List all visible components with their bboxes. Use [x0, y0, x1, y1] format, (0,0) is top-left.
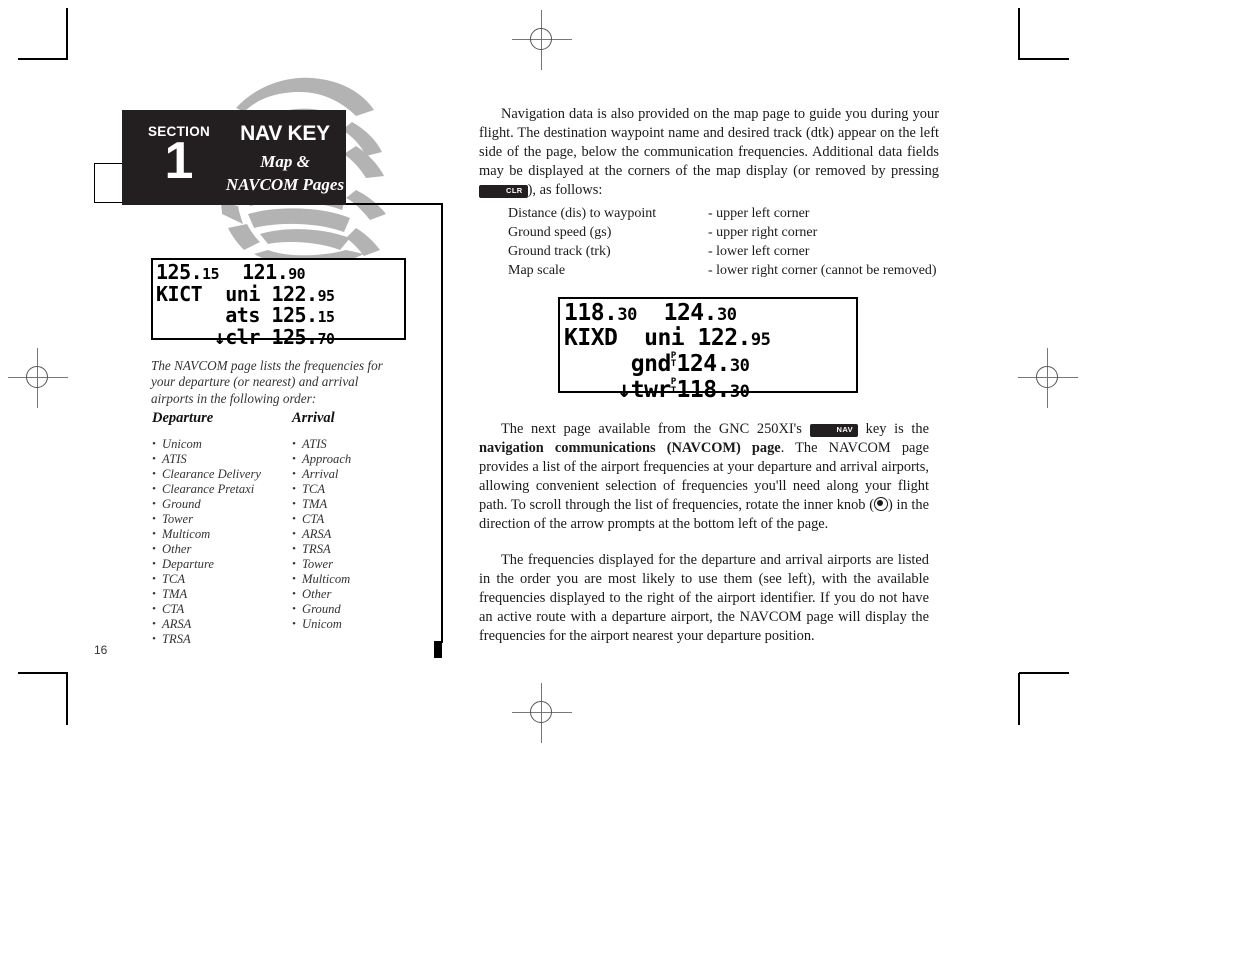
- registration-target-bottom: [512, 683, 572, 743]
- crop-mark-bottom-right-h: [1019, 672, 1069, 674]
- corner-location: - upper right corner: [708, 225, 818, 240]
- paragraph-1-text-before: Navigation data is also provided on the …: [479, 106, 939, 179]
- inner-knob-icon: [873, 497, 888, 511]
- list-item: TMA: [292, 497, 432, 512]
- paragraph-navigation-data: Navigation data is also provided on the …: [479, 105, 939, 200]
- list-item: Tower: [152, 512, 292, 527]
- list-item: Clearance Pretaxi: [152, 482, 292, 497]
- navcom-caption: The NAVCOM page lists the frequencies fo…: [151, 358, 383, 406]
- departure-list-heading: Departure: [152, 410, 214, 426]
- paragraph-1-text-after: ), as follows:: [527, 182, 603, 198]
- crop-mark-bottom-left-v: [66, 673, 68, 725]
- corner-field: Ground speed (gs): [508, 225, 612, 240]
- list-item: Multicom: [292, 572, 432, 587]
- paragraph-2-seg2: key is the: [858, 421, 929, 437]
- list-item: ATIS: [152, 452, 292, 467]
- nav-key-icon: NAV: [809, 424, 859, 437]
- registration-target-top: [512, 10, 572, 70]
- table-row: Ground track (trk) - lower left corner: [508, 242, 938, 261]
- list-item: TRSA: [152, 632, 292, 647]
- arrival-list: Arrival ATIS Approach Arrival TCA TMA CT…: [292, 410, 432, 632]
- section-tab: SECTION 1 NAV KEY Map & NAVCOM Pages: [122, 110, 346, 205]
- list-item: ARSA: [292, 527, 432, 542]
- lcd-arrival-line-4: ↓twr P T 118.30: [617, 376, 750, 404]
- list-item: TCA: [292, 482, 432, 497]
- section-number: 1: [164, 132, 194, 190]
- lcd-display-departure: 125.15 121.90 KICT uni 122.95 ats 125.15…: [151, 258, 406, 348]
- sidebar-tab-marker: [434, 641, 442, 658]
- list-item: Departure: [152, 557, 292, 572]
- list-item: CTA: [152, 602, 292, 617]
- crop-mark-top-left-v: [66, 8, 68, 60]
- section-subtitle-line2: NAVCOM Pages: [225, 175, 345, 194]
- departure-list-items: Unicom ATIS Clearance Delivery Clearance…: [152, 437, 292, 647]
- scroll-down-arrow-icon: ↓: [617, 377, 631, 404]
- registration-target-right: [1018, 348, 1078, 408]
- lcd-departure-line-4: ↓clr 125.70: [213, 324, 335, 349]
- paragraph-2-bold: navigation communications (NAVCOM) page: [479, 440, 781, 456]
- list-item: Multicom: [152, 527, 292, 542]
- crop-mark-bottom-right-v: [1018, 673, 1020, 725]
- crop-mark-top-right-h: [1019, 58, 1069, 60]
- corner-field: Distance (dis) to waypoint: [508, 206, 657, 221]
- list-item: ATIS: [292, 437, 432, 452]
- page-number: 16: [94, 643, 108, 657]
- lcd-arrival-line-1: 118.30 124.30: [564, 300, 737, 326]
- crop-mark-top-right-v: [1018, 8, 1020, 60]
- list-item: CTA: [292, 512, 432, 527]
- lcd-arrival-line-2: KIXD uni 122.95: [564, 325, 771, 351]
- crop-mark-bottom-left-h: [18, 672, 68, 674]
- list-item: Other: [292, 587, 432, 602]
- list-item: TMA: [152, 587, 292, 602]
- scroll-down-arrow-icon: ↓: [213, 324, 226, 349]
- table-row: Ground speed (gs) - upper right corner: [508, 223, 938, 242]
- section-title: NAV KEY: [240, 122, 330, 145]
- paragraph-navcom-page: The next page available from the GNC 250…: [479, 420, 929, 534]
- corner-location: - lower right corner (cannot be removed): [708, 263, 937, 278]
- list-item: Clearance Delivery: [152, 467, 292, 482]
- list-item: TRSA: [292, 542, 432, 557]
- list-item: Other: [152, 542, 292, 557]
- departure-list: Departure Unicom ATIS Clearance Delivery…: [152, 410, 292, 647]
- registration-target-left: [8, 348, 68, 408]
- section-subtitle-line1: Map &: [260, 152, 310, 171]
- table-row: Distance (dis) to waypoint - upper left …: [508, 204, 938, 223]
- paragraph-2-seg1: The next page available from the GNC 250…: [501, 421, 810, 437]
- list-item: Arrival: [292, 467, 432, 482]
- corner-location: - upper left corner: [708, 206, 810, 221]
- clr-key-icon: CLR: [479, 185, 528, 198]
- paragraph-frequency-order: The frequencies displayed for the depart…: [479, 552, 929, 644]
- manual-page: SECTION 1 NAV KEY Map & NAVCOM Pages 125…: [0, 0, 1235, 954]
- corner-field: Ground track (trk): [508, 244, 611, 259]
- list-item: TCA: [152, 572, 292, 587]
- table-row: Map scale - lower right corner (cannot b…: [508, 261, 938, 280]
- list-item: Approach: [292, 452, 432, 467]
- corner-field: Map scale: [508, 263, 566, 278]
- list-item: Unicom: [152, 437, 292, 452]
- lcd-arrival-line-3: gnd P T 124.30: [630, 350, 750, 378]
- sidebar-rule-vertical: [441, 203, 443, 643]
- arrival-list-items: ATIS Approach Arrival TCA TMA CTA ARSA T…: [292, 437, 432, 632]
- list-item: Tower: [292, 557, 432, 572]
- list-item: Ground: [292, 602, 432, 617]
- list-item: ARSA: [152, 617, 292, 632]
- list-item: Ground: [152, 497, 292, 512]
- lcd-display-arrival: 118.30 124.30 KIXD uni 122.95 gnd P T 124.3…: [558, 297, 858, 402]
- list-item: Unicom: [292, 617, 432, 632]
- corner-data-table: Distance (dis) to waypoint - upper left …: [508, 204, 938, 280]
- crop-mark-top-left-h: [18, 58, 68, 60]
- arrival-list-heading: Arrival: [292, 410, 335, 426]
- corner-location: - lower left corner: [708, 244, 810, 259]
